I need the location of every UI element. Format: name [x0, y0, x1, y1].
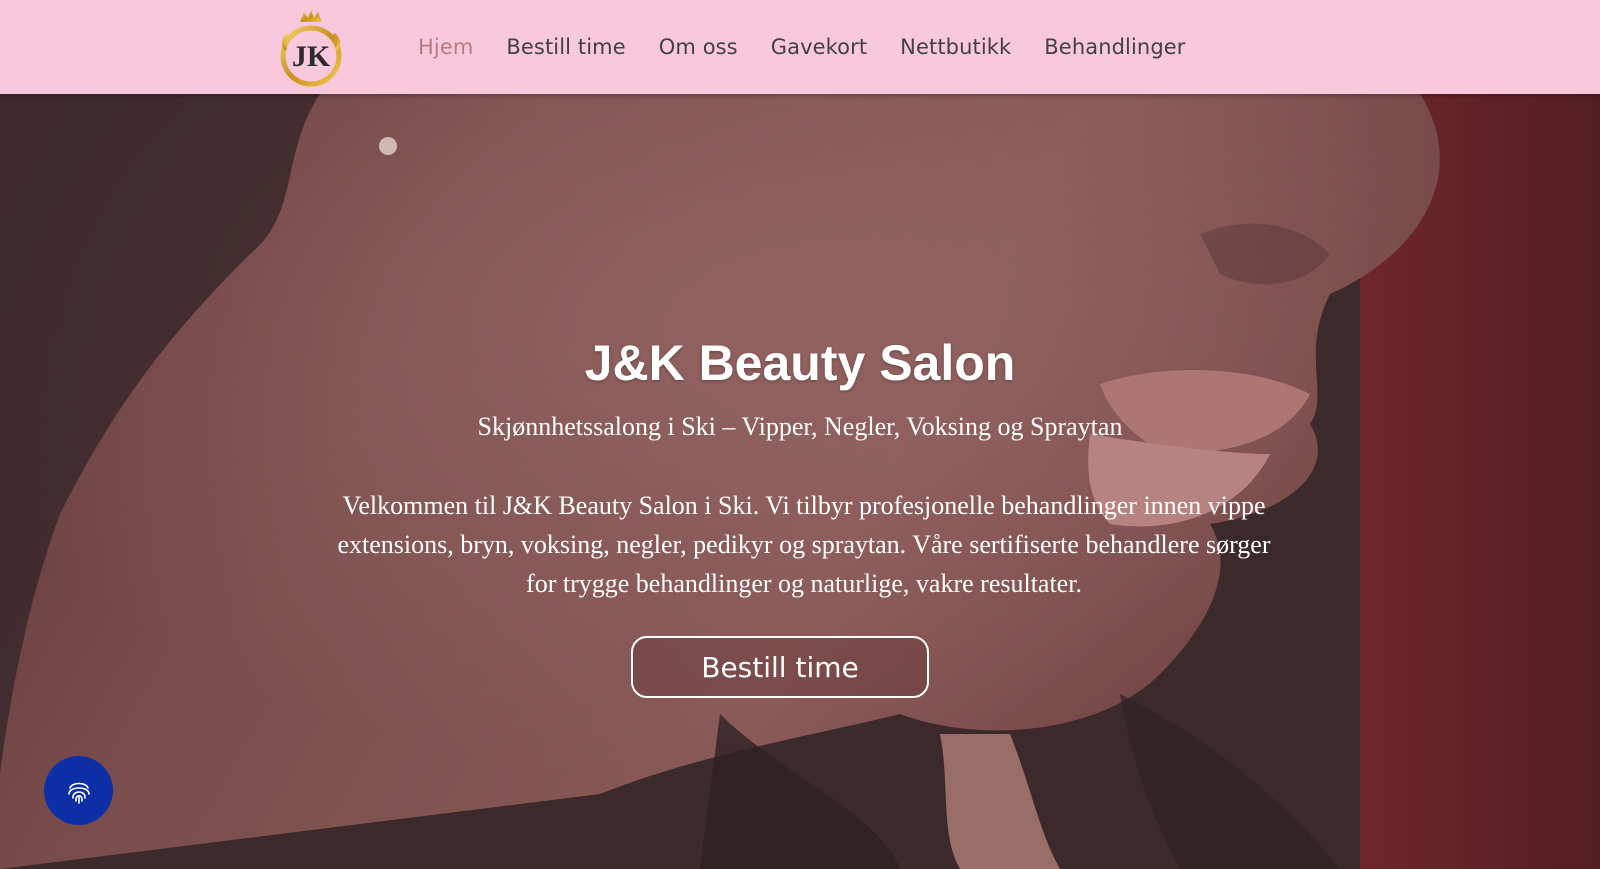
- site-header: JK Hjem Bestill time Om oss Gavekort Net…: [0, 0, 1600, 94]
- hero-background-image: [0, 94, 1600, 869]
- hero-subtitle: Skjønnhetssalong i Ski – Vipper, Negler,…: [477, 412, 1123, 441]
- main-nav: Hjem Bestill time Om oss Gavekort Nettbu…: [418, 0, 1219, 94]
- crown-monogram-logo: JK: [280, 10, 342, 87]
- fingerprint-icon: [67, 782, 90, 804]
- hero-title: J&K Beauty Salon: [584, 335, 1016, 391]
- salon-logo[interactable]: JK: [274, 6, 348, 88]
- nav-item-om-oss[interactable]: Om oss: [659, 35, 738, 59]
- accessibility-button[interactable]: [44, 756, 113, 825]
- nav-item-gavekort[interactable]: Gavekort: [771, 35, 867, 59]
- nav-item-hjem[interactable]: Hjem: [418, 35, 473, 59]
- nav-item-behandlinger[interactable]: Behandlinger: [1044, 35, 1185, 59]
- svg-text:JK: JK: [292, 40, 331, 73]
- nav-item-bestill-time[interactable]: Bestill time: [506, 35, 625, 59]
- hero-description: Velkommen til J&K Beauty Salon i Ski. Vi…: [337, 491, 1271, 598]
- hero-section: J&K Beauty Salon Skjønnhetssalong i Ski …: [0, 94, 1600, 869]
- book-appointment-button[interactable]: Bestill time: [631, 636, 929, 698]
- nav-item-nettbutikk[interactable]: Nettbutikk: [900, 35, 1011, 59]
